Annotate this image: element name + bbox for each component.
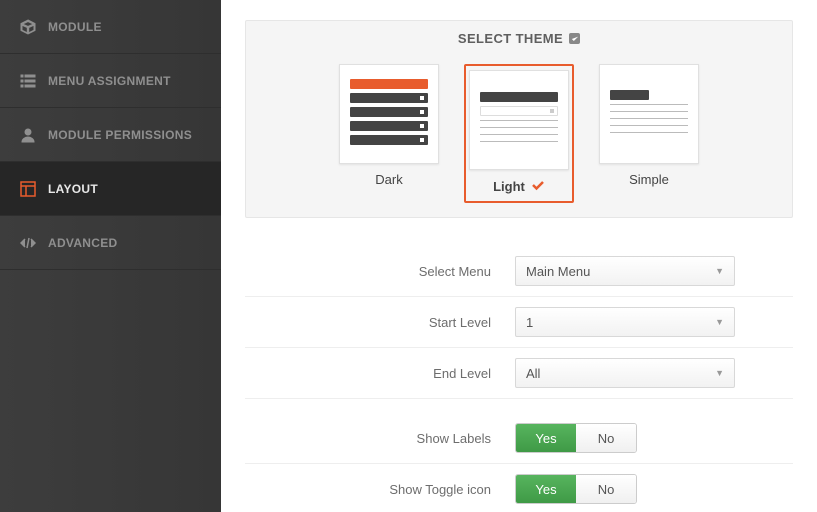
sidebar-item-label: MODULE	[48, 20, 102, 34]
chevron-down-icon: ▼	[715, 368, 724, 378]
sidebar-item-label: MODULE PERMISSIONS	[48, 128, 192, 142]
row-start-level: Start Level 1 ▼	[245, 297, 793, 348]
label-select-menu: Select Menu	[245, 264, 515, 279]
sidebar-item-layout[interactable]: LAYOUT	[0, 162, 221, 216]
theme-option-dark[interactable]: Dark	[334, 64, 444, 203]
theme-thumbnail-dark	[339, 64, 439, 164]
theme-selector: SELECT THEME Dark	[245, 20, 793, 218]
sidebar: MODULE MENU ASSIGNMENT MODULE PERMISSION…	[0, 0, 221, 512]
theme-label: Simple	[629, 172, 669, 187]
layout-icon	[20, 181, 36, 197]
theme-label: Dark	[375, 172, 402, 187]
user-icon	[20, 127, 36, 143]
theme-thumbnail-simple	[599, 64, 699, 164]
check-icon	[531, 178, 545, 195]
main-content: SELECT THEME Dark	[221, 0, 817, 512]
row-show-labels: Show Labels Yes No	[245, 413, 793, 464]
sidebar-item-label: ADVANCED	[48, 236, 118, 250]
theme-title: SELECT THEME	[246, 31, 792, 46]
sidebar-item-label: MENU ASSIGNMENT	[48, 74, 171, 88]
toggle-yes[interactable]: Yes	[516, 424, 576, 452]
select-value: Main Menu	[526, 264, 590, 279]
toggle-no[interactable]: No	[576, 424, 636, 452]
label-start-level: Start Level	[245, 315, 515, 330]
row-select-menu: Select Menu Main Menu ▼	[245, 246, 793, 297]
toggle-no[interactable]: No	[576, 475, 636, 503]
select-value: All	[526, 366, 540, 381]
label-show-labels: Show Labels	[245, 431, 515, 446]
toggle-yes[interactable]: Yes	[516, 475, 576, 503]
end-level-dropdown[interactable]: All ▼	[515, 358, 735, 388]
label-show-toggle-icon: Show Toggle icon	[245, 482, 515, 497]
sidebar-item-advanced[interactable]: ADVANCED	[0, 216, 221, 270]
chevron-down-icon: ▼	[715, 266, 724, 276]
sidebar-item-menu-assignment[interactable]: MENU ASSIGNMENT	[0, 54, 221, 108]
theme-label: Light	[493, 179, 525, 194]
chevron-down-icon: ▼	[715, 317, 724, 327]
code-icon	[20, 235, 36, 251]
sidebar-item-module-permissions[interactable]: MODULE PERMISSIONS	[0, 108, 221, 162]
row-show-toggle-icon: Show Toggle icon Yes No	[245, 464, 793, 512]
label-end-level: End Level	[245, 366, 515, 381]
show-labels-toggle[interactable]: Yes No	[515, 423, 637, 453]
show-toggle-icon-toggle[interactable]: Yes No	[515, 474, 637, 504]
select-value: 1	[526, 315, 533, 330]
theme-option-simple[interactable]: Simple	[594, 64, 704, 203]
sidebar-item-module[interactable]: MODULE	[0, 0, 221, 54]
sidebar-item-label: LAYOUT	[48, 182, 98, 196]
cube-icon	[20, 19, 36, 35]
list-icon	[20, 73, 36, 89]
theme-option-light[interactable]: Light	[464, 64, 574, 203]
start-level-dropdown[interactable]: 1 ▼	[515, 307, 735, 337]
theme-title-text: SELECT THEME	[458, 31, 563, 46]
select-menu-dropdown[interactable]: Main Menu ▼	[515, 256, 735, 286]
theme-thumbnail-light	[469, 70, 569, 170]
checkbox-icon	[569, 33, 580, 44]
row-end-level: End Level All ▼	[245, 348, 793, 399]
